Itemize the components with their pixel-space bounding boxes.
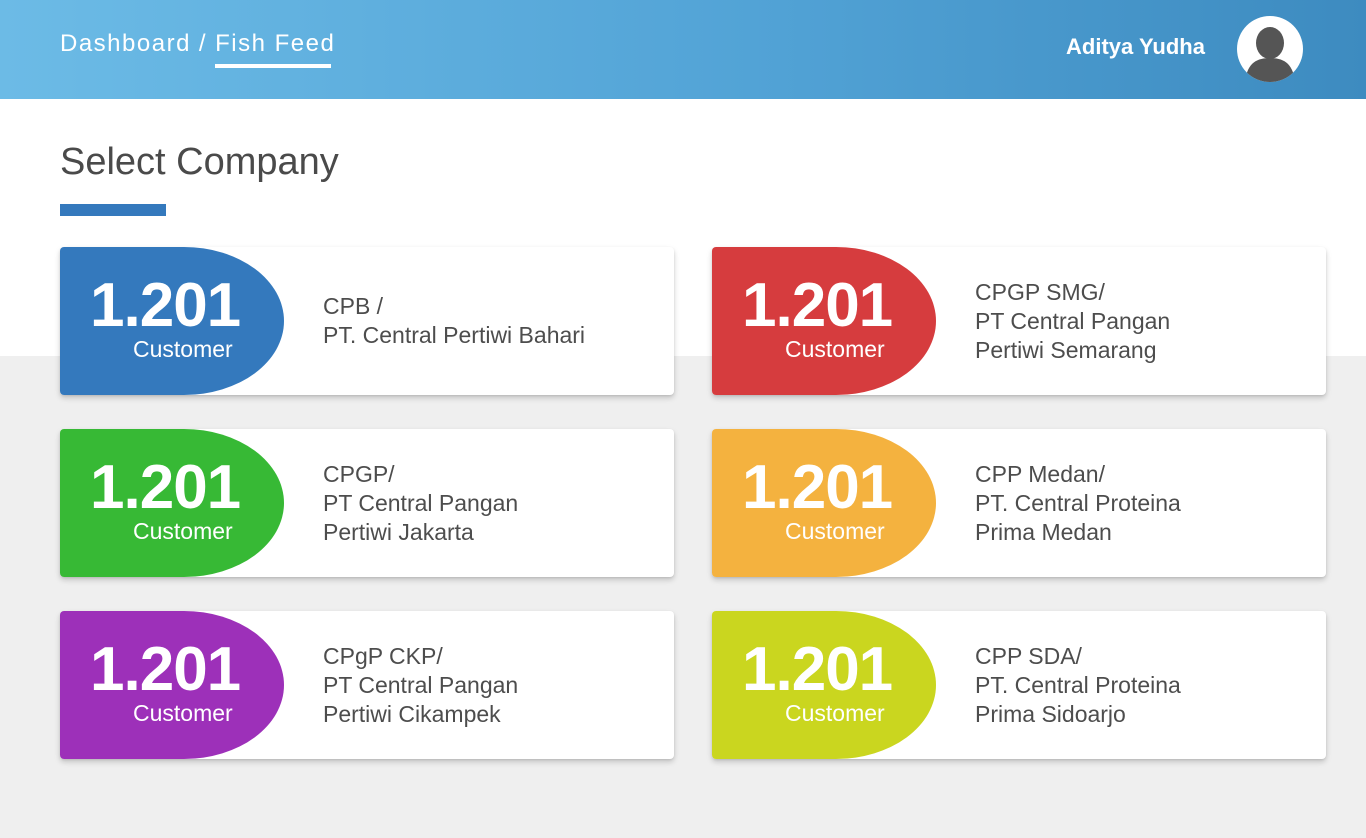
company-code: CPgP CKP/: [323, 642, 443, 669]
avatar[interactable]: [1237, 16, 1303, 82]
company-name-line: Pertiwi Jakarta: [323, 518, 474, 545]
customer-count: 1.201: [90, 635, 241, 704]
customer-label: Customer: [785, 518, 885, 544]
active-underline: [215, 64, 332, 68]
company-card-cpgp-smg[interactable]: 1.201 Customer CPGP SMG/ PT Central Pang…: [712, 247, 1326, 395]
company-name: CPP Medan/ PT. Central Proteina Prima Me…: [975, 429, 1305, 577]
customer-count-badge: 1.201 Customer: [60, 247, 284, 395]
title-accent-bar: [60, 204, 166, 216]
company-name-line: PT Central Pangan: [323, 671, 519, 698]
user-name[interactable]: Aditya Yudha: [1066, 34, 1205, 60]
company-name: CPGP/ PT Central Pangan Pertiwi Jakarta: [323, 429, 653, 577]
company-name-line: PT Central Pangan: [975, 307, 1171, 334]
company-name-line: PT Central Pangan: [323, 489, 519, 516]
company-code: CPP Medan/: [975, 460, 1105, 487]
customer-label: Customer: [133, 700, 233, 726]
company-name: CPP SDA/ PT. Central Proteina Prima Sido…: [975, 611, 1305, 759]
company-card-cpp-medan[interactable]: 1.201 Customer CPP Medan/ PT. Central Pr…: [712, 429, 1326, 577]
customer-count: 1.201: [742, 453, 893, 522]
company-name-line: PT. Central Proteina: [975, 671, 1181, 698]
customer-count: 1.201: [90, 453, 241, 522]
company-name-line: PT. Central Pertiwi Bahari: [323, 322, 586, 348]
page-title: Select Company: [60, 141, 339, 183]
company-card-cpgp-ckp[interactable]: 1.201 Customer CPgP CKP/ PT Central Pang…: [60, 611, 674, 759]
company-name: CPB / PT. Central Pertiwi Bahari: [323, 247, 653, 395]
company-name-line: PT. Central Proteina: [975, 489, 1181, 516]
user-avatar-icon: [1245, 27, 1295, 82]
breadcrumb-current[interactable]: Fish Feed: [215, 30, 335, 68]
customer-label: Customer: [133, 518, 233, 544]
customer-count: 1.201: [90, 271, 241, 340]
company-code: CPGP SMG/: [975, 278, 1105, 305]
company-name-line: Prima Medan: [975, 518, 1112, 545]
customer-label: Customer: [785, 336, 885, 362]
company-name: CPGP SMG/ PT Central Pangan Pertiwi Sema…: [975, 247, 1305, 395]
company-card-cpb[interactable]: 1.201 Customer CPB / PT. Central Pertiwi…: [60, 247, 674, 395]
company-name-line: Prima Sidoarjo: [975, 700, 1126, 727]
company-name-line: Pertiwi Semarang: [975, 336, 1157, 363]
customer-label: Customer: [785, 700, 885, 726]
customer-count: 1.201: [742, 635, 893, 704]
breadcrumb-current-label: Fish Feed: [215, 30, 336, 57]
company-code: CPGP/: [323, 460, 395, 487]
breadcrumb-dashboard-link[interactable]: Dashboard: [60, 30, 191, 58]
company-code: CPP SDA/: [975, 642, 1082, 669]
company-card-cpgp[interactable]: 1.201 Customer CPGP/ PT Central Pangan P…: [60, 429, 674, 577]
company-name: CPgP CKP/ PT Central Pangan Pertiwi Cika…: [323, 611, 653, 759]
breadcrumb-separator: /: [198, 30, 208, 57]
customer-label: Customer: [133, 336, 233, 362]
customer-count-badge: 1.201 Customer: [60, 611, 284, 759]
company-code: CPB /: [323, 293, 384, 319]
breadcrumb: Dashboard / Fish Feed: [60, 30, 335, 68]
customer-count-badge: 1.201 Customer: [712, 247, 936, 395]
customer-count-badge: 1.201 Customer: [60, 429, 284, 577]
company-name-line: Pertiwi Cikampek: [323, 700, 501, 727]
customer-count-badge: 1.201 Customer: [712, 611, 936, 759]
company-card-cpp-sda[interactable]: 1.201 Customer CPP SDA/ PT. Central Prot…: [712, 611, 1326, 759]
customer-count: 1.201: [742, 271, 893, 340]
customer-count-badge: 1.201 Customer: [712, 429, 936, 577]
top-bar: Dashboard / Fish Feed Aditya Yudha: [0, 0, 1366, 99]
